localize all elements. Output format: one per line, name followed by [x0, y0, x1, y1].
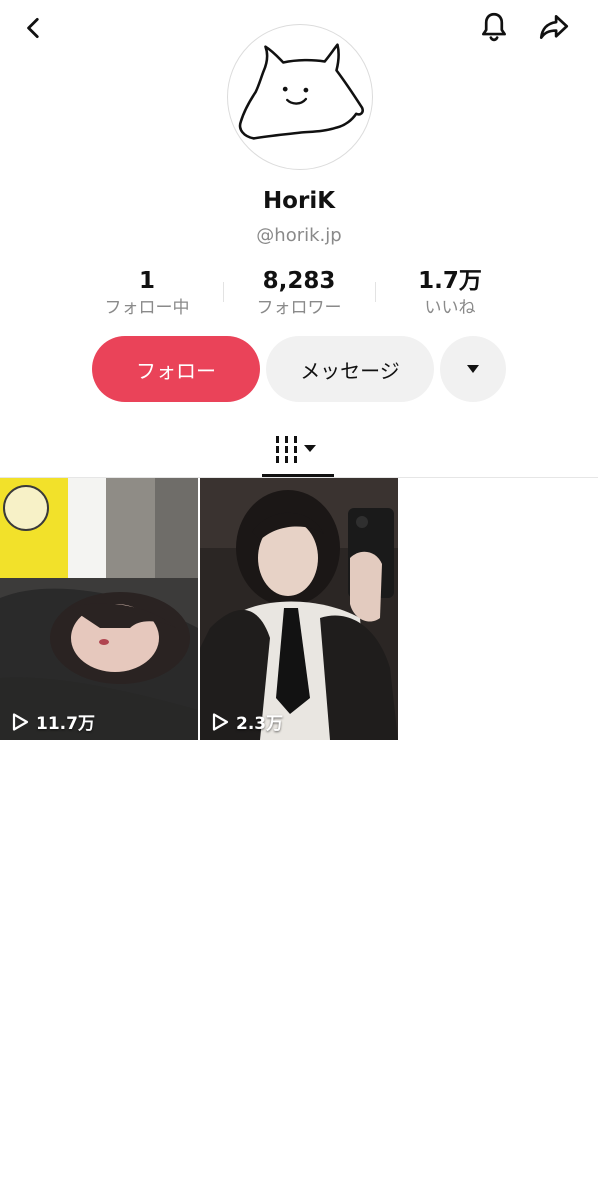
message-button[interactable]: メッセージ: [266, 336, 434, 402]
followers-stat[interactable]: 8,283 フォロワー: [224, 266, 374, 320]
content-tab-bar: [0, 420, 598, 478]
tab-videos[interactable]: [262, 420, 334, 478]
video-thumbnail[interactable]: 11.7万: [0, 478, 198, 740]
following-label: フォロー中: [104, 298, 190, 318]
view-count-text: 2.3万: [236, 714, 284, 734]
cat-doodle-avatar-icon: [238, 43, 364, 140]
likes-stat[interactable]: 1.7万 いいね: [375, 266, 525, 320]
active-tab-indicator: [262, 474, 334, 477]
share-arrow-icon: [539, 15, 569, 39]
profile-stats: 1 フォロー中 8,283 フォロワー 1.7万 いいね: [0, 266, 598, 326]
following-count: 1: [138, 268, 155, 294]
followers-count: 8,283: [262, 268, 336, 294]
video-thumbnail[interactable]: 2.3万: [200, 478, 398, 740]
caret-down-icon: [467, 365, 479, 373]
view-count-text: 11.7万: [36, 714, 95, 734]
video-thumbnail-image: [0, 478, 198, 740]
profile-avatar[interactable]: [227, 24, 373, 170]
play-icon: [10, 712, 30, 732]
bell-icon: [482, 12, 506, 42]
suggested-accounts-button[interactable]: [440, 336, 506, 402]
play-icon: [210, 712, 230, 732]
username-handle: @horik.jp: [256, 225, 342, 246]
followers-label: フォロワー: [256, 298, 342, 318]
share-button[interactable]: [533, 6, 575, 48]
follow-button[interactable]: フォロー: [92, 336, 260, 402]
back-button[interactable]: [14, 8, 54, 48]
view-count: 11.7万: [10, 709, 95, 734]
video-thumbnail-image: [200, 478, 398, 740]
following-stat[interactable]: 1 フォロー中: [72, 266, 222, 320]
back-arrow-icon: [27, 17, 39, 39]
view-count: 2.3万: [210, 709, 283, 734]
likes-count: 1.7万: [418, 268, 482, 294]
notification-bell-button[interactable]: [473, 6, 515, 48]
likes-label: いいね: [424, 298, 476, 318]
grid-icon: [276, 436, 316, 463]
display-name: HoriK: [262, 188, 336, 214]
